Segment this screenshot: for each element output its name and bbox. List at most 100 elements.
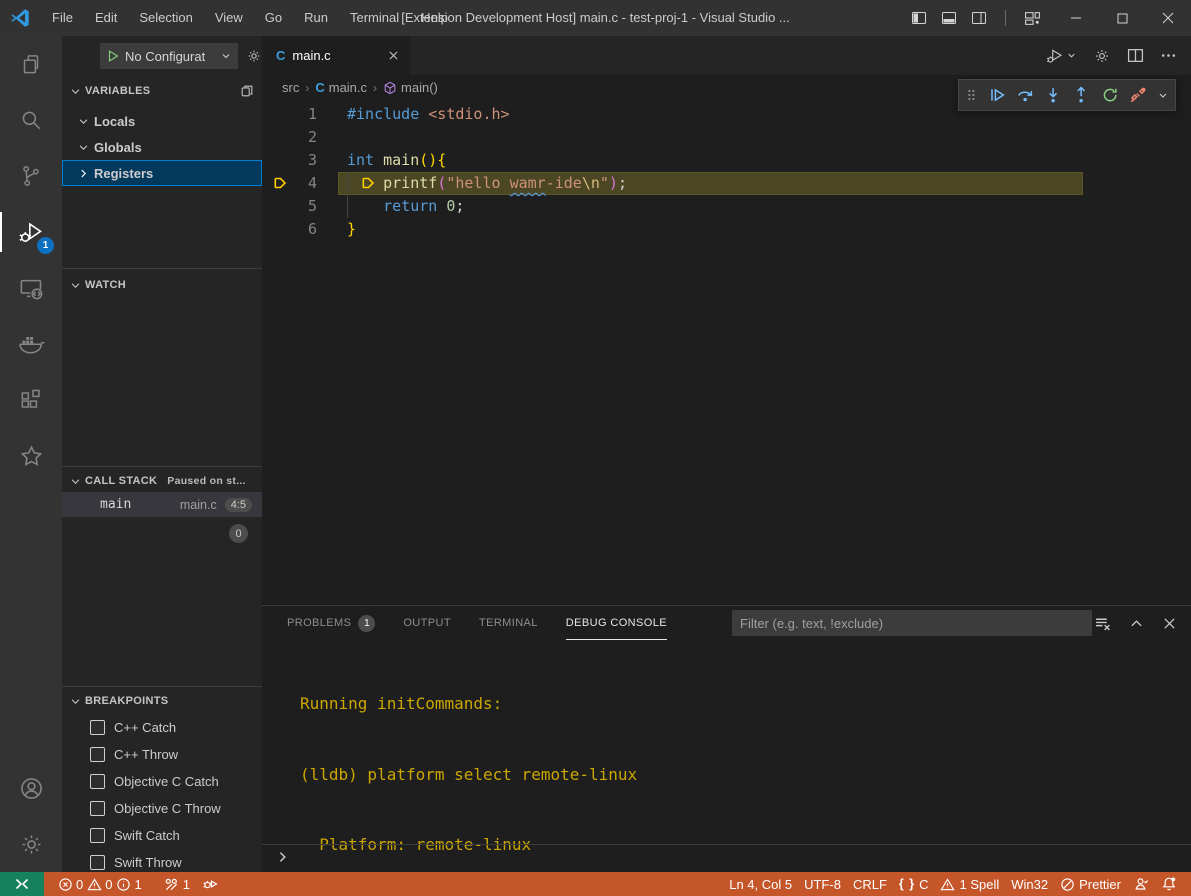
variables-scope-registers[interactable]: Registers [62,160,262,186]
variables-scope-locals[interactable]: Locals [62,108,262,134]
breakpoints-section-header[interactable]: BREAKPOINTS [62,690,262,712]
toggle-secondary-sidebar-icon[interactable] [971,10,987,26]
step-into-icon[interactable] [1044,85,1062,105]
code-token: " [600,174,609,192]
menu-terminal[interactable]: Terminal [339,0,410,36]
more-actions-icon[interactable] [1160,47,1177,64]
tab-debug-console[interactable]: DEBUG CONSOLE [566,606,667,640]
console-prompt-icon [276,850,290,864]
tools-status[interactable]: 1 [158,872,196,896]
eol-selector[interactable]: CRLF [847,872,893,896]
clear-console-icon[interactable] [1094,615,1111,632]
debug-status[interactable] [196,872,224,896]
breakpoint-row[interactable]: Swift Catch [62,822,262,849]
breadcrumb-folder[interactable]: src [282,80,299,95]
split-editor-icon[interactable] [1127,47,1144,64]
sidebar-item-docker[interactable] [0,316,62,372]
formatter-status[interactable]: Prettier [1054,872,1127,896]
menu-selection[interactable]: Selection [128,0,203,36]
tab-output[interactable]: OUTPUT [403,606,451,640]
restart-icon[interactable] [1101,85,1119,105]
step-out-icon[interactable] [1072,85,1090,105]
line-number: 2 [262,126,317,149]
vscode-window: File Edit Selection View Go Run Terminal… [0,0,1191,896]
maximize-button[interactable] [1099,0,1145,36]
disconnect-icon[interactable] [1129,85,1147,105]
close-panel-icon[interactable] [1162,616,1177,631]
breakpoint-checkbox[interactable] [90,774,105,789]
code-token [347,174,383,192]
breakpoint-checkbox[interactable] [90,801,105,816]
step-over-icon[interactable] [1016,85,1034,105]
close-button[interactable] [1145,0,1191,36]
sidebar-item-remote-explorer[interactable] [0,260,62,316]
menu-file[interactable]: File [41,0,84,36]
sidebar-item-run-and-debug[interactable]: 1 [0,204,62,260]
platform-status[interactable]: Win32 [1005,872,1054,896]
settings-button[interactable] [0,816,62,872]
console-filter-input[interactable] [732,610,1092,636]
breakpoint-row[interactable]: C++ Catch [62,714,262,741]
tab-problems[interactable]: PROBLEMS 1 [287,606,375,640]
problems-status[interactable]: 0 0 1 [52,872,148,896]
debug-console-input[interactable] [262,844,1191,868]
breakpoint-checkbox[interactable] [90,855,105,870]
variables-scope-globals[interactable]: Globals [62,134,262,160]
breakpoint-row[interactable]: C++ Throw [62,741,262,768]
start-debugging-icon [106,49,120,63]
breakpoint-row[interactable]: Objective C Catch [62,768,262,795]
settings-gear-icon[interactable] [1093,47,1111,65]
sidebar-item-favorites[interactable] [0,428,62,484]
breadcrumb-symbol[interactable]: main() [383,80,438,95]
run-and-debug-sidebar: No Configurat VARIABLES [62,36,262,872]
toolbar-drag-handle[interactable] [965,87,978,103]
sidebar-item-explorer[interactable] [0,36,62,92]
notifications-button[interactable] [1155,872,1183,896]
tab-terminal[interactable]: TERMINAL [479,606,538,640]
sidebar-item-search[interactable] [0,92,62,148]
continue-icon[interactable] [988,85,1006,105]
variables-section-header[interactable]: VARIABLES [62,80,262,102]
open-launch-json-button[interactable] [246,48,262,64]
variables-title: VARIABLES [85,85,150,97]
error-icon [58,877,73,892]
menu-edit[interactable]: Edit [84,0,128,36]
code-editor[interactable]: 1 #include <stdio.h> 2 3 int main(){ [262,100,1191,605]
sidebar-item-source-control[interactable] [0,148,62,204]
toggle-panel-icon[interactable] [941,10,957,26]
call-stack-section-header[interactable]: CALL STACK Paused on st... [62,470,262,492]
debug-view-toolbar: No Configurat [62,36,262,76]
close-tab-icon[interactable] [387,49,400,62]
breakpoint-checkbox[interactable] [90,720,105,735]
menu-view[interactable]: View [204,0,254,36]
person-icon [1133,876,1149,892]
chevron-down-icon [1066,50,1077,61]
maximize-panel-icon[interactable] [1129,616,1144,631]
breakpoint-checkbox[interactable] [90,747,105,762]
tab-main-c[interactable]: C main.c [262,36,410,75]
toggle-sidebar-icon[interactable] [911,10,927,26]
breakpoint-checkbox[interactable] [90,828,105,843]
debug-configuration-dropdown[interactable]: No Configurat [100,43,238,69]
watch-section-header[interactable]: WATCH [62,274,262,296]
scope-label: Locals [94,114,135,129]
sidebar-item-extensions[interactable] [0,372,62,428]
cursor-position[interactable]: Ln 4, Col 5 [723,872,798,896]
menu-run[interactable]: Run [293,0,339,36]
encoding-selector[interactable]: UTF-8 [798,872,847,896]
remote-indicator[interactable] [0,872,44,896]
run-or-debug-button[interactable] [1046,47,1077,65]
minimize-button[interactable] [1053,0,1099,36]
spell-checker-status[interactable]: 1 Spell [934,872,1005,896]
call-stack-frame-row[interactable]: main main.c 4:5 [62,492,262,517]
breadcrumb-file[interactable]: C main.c [315,80,367,95]
code-line: 2 [262,126,1191,149]
feedback-button[interactable] [1127,872,1155,896]
customize-layout-icon[interactable] [1024,10,1041,27]
menu-go[interactable]: Go [254,0,293,36]
chevron-down-icon[interactable] [1157,89,1169,102]
breakpoint-row[interactable]: Objective C Throw [62,795,262,822]
copy-icon[interactable] [240,84,254,98]
language-mode-selector[interactable]: { } C [893,872,935,896]
account-button[interactable] [0,760,62,816]
